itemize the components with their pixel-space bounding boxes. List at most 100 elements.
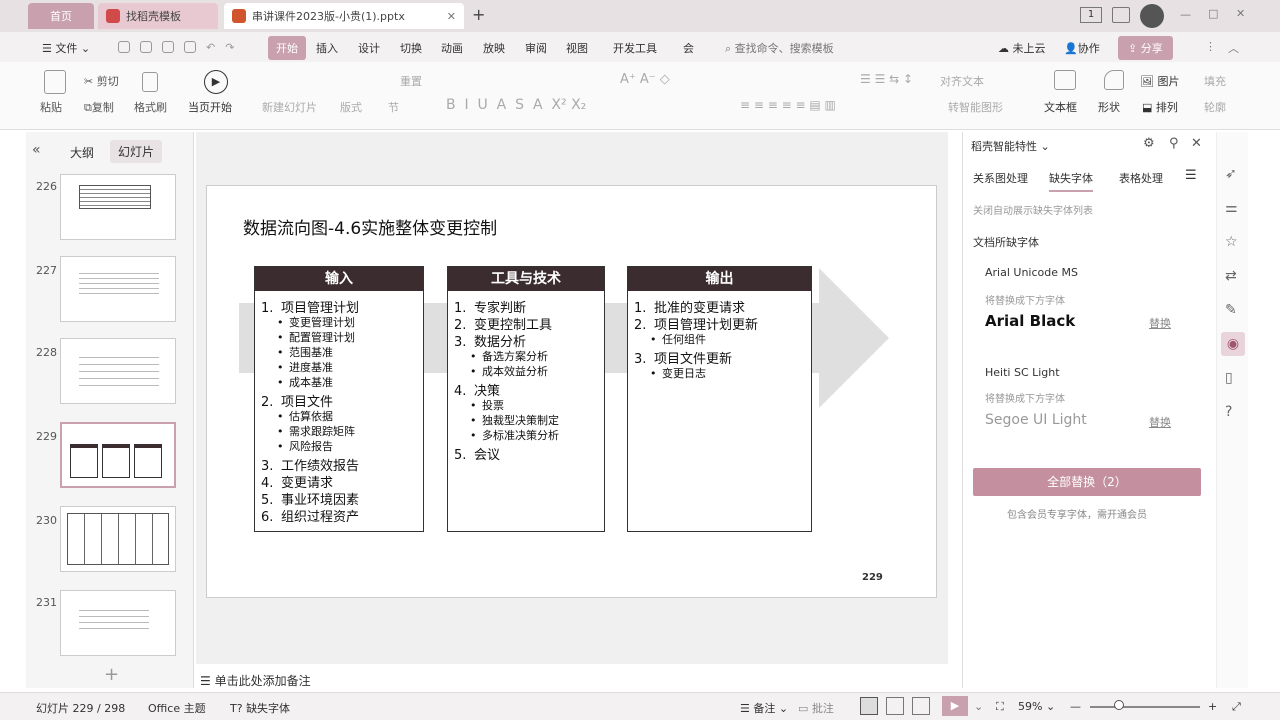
paste-button[interactable]: 粘贴 <box>40 99 62 115</box>
maximize-icon[interactable]: □ <box>1208 7 1218 20</box>
notes-toggle[interactable]: ☰ 备注 ⌄ <box>740 700 788 716</box>
pin-icon[interactable]: ⚲ <box>1169 136 1179 151</box>
picture-button[interactable]: 🖼 图片 <box>1140 73 1179 89</box>
pane-title[interactable]: 稻壳智能特性 ⌄ <box>971 138 1050 154</box>
menu-tab-slideshow[interactable]: 放映 <box>483 40 505 56</box>
zoom-in-icon[interactable]: + <box>1208 700 1217 713</box>
format-painter-button[interactable]: 格式刷 <box>134 99 167 115</box>
help-icon[interactable]: ? <box>1225 404 1232 420</box>
layout-button[interactable]: 版式 <box>340 99 362 115</box>
menu-tab-start[interactable]: 开始 <box>268 36 306 60</box>
textbox-button[interactable]: 文本框 <box>1044 99 1077 115</box>
collapse-ribbon-icon[interactable]: ︿ <box>1228 40 1239 56</box>
paste-icon[interactable] <box>44 70 66 94</box>
smart-feature-icon[interactable]: ◉ <box>1221 332 1245 356</box>
font-size-buttons[interactable]: A⁺ A⁻ ◇ <box>620 72 670 87</box>
zoom-slider[interactable] <box>1090 706 1200 708</box>
redo-icon[interactable]: ↷ <box>225 41 234 54</box>
settings-icon[interactable]: ⚙ <box>1143 136 1155 151</box>
slide-thumbnail-228[interactable] <box>60 338 176 404</box>
fill-button[interactable]: 填充 <box>1204 73 1226 89</box>
cloud-status[interactable]: ☁ 未上云 <box>998 40 1046 56</box>
collapse-pane-icon[interactable]: « <box>32 142 41 158</box>
minimize-icon[interactable]: — <box>1180 8 1191 21</box>
avatar[interactable] <box>1140 4 1164 28</box>
slide-thumbnail-231[interactable] <box>60 590 176 656</box>
missing-font-status[interactable]: T? 缺失字体 <box>230 700 290 716</box>
close-window-icon[interactable]: ✕ <box>1236 7 1245 20</box>
command-search[interactable]: ⌕ 查找命令、搜索模板 <box>725 40 834 56</box>
comment-toggle[interactable]: ▭ 批注 <box>798 700 834 716</box>
section-button[interactable]: 节 <box>388 99 399 115</box>
menu-tab-member[interactable]: 会 <box>683 40 694 56</box>
normal-view-icon[interactable] <box>860 697 878 715</box>
shape-button[interactable]: 形状 <box>1098 99 1120 115</box>
adjust-icon[interactable]: ⚌ <box>1225 200 1238 216</box>
print-icon[interactable] <box>162 41 174 53</box>
align-buttons[interactable]: ≡ ≡ ≡ ≡ ≡ ▤ ▥ <box>740 98 836 112</box>
replace-all-button[interactable]: 全部替换（2） <box>973 468 1201 496</box>
arrange-button[interactable]: ⬓ 排列 <box>1142 99 1178 115</box>
tab-missing-fonts[interactable]: 缺失字体 <box>1049 170 1093 192</box>
slide-thumbnail-229[interactable] <box>60 422 176 488</box>
reading-view-icon[interactable] <box>912 697 930 715</box>
format-painter-icon[interactable] <box>142 72 158 92</box>
preview-icon[interactable] <box>184 41 196 53</box>
smartart-button[interactable]: 转智能图形 <box>948 99 1003 115</box>
undo-icon[interactable]: ↶ <box>206 41 215 54</box>
book-icon[interactable]: ▯ <box>1225 370 1233 386</box>
close-tab-icon[interactable]: ✕ <box>447 10 456 23</box>
new-slide-button[interactable]: 新建幻灯片 <box>262 99 317 115</box>
auto-hint[interactable]: 关闭自动展示缺失字体列表 <box>973 202 1093 217</box>
tab-relation[interactable]: 关系图处理 <box>973 170 1028 186</box>
save-icon[interactable] <box>118 41 130 53</box>
shape-icon[interactable] <box>1104 70 1124 90</box>
replace-button[interactable]: 替换 <box>1149 315 1171 331</box>
play-icon[interactable]: ▶ <box>204 70 228 94</box>
outline-tab[interactable]: 大纲 <box>70 144 94 161</box>
font-style-buttons[interactable]: B I U A S A X² X₂ <box>446 97 586 113</box>
add-slide-button[interactable]: + <box>104 664 119 685</box>
theme-name[interactable]: Office 主题 <box>148 700 206 716</box>
collab-button[interactable]: 👤协作 <box>1064 40 1100 56</box>
file-menu[interactable]: ☰ 文件 ⌄ <box>42 40 90 56</box>
menu-tab-developer[interactable]: 开发工具 <box>613 40 657 56</box>
notes-placeholder[interactable]: ☰ 单击此处添加备注 <box>200 672 311 689</box>
close-pane-icon[interactable]: ✕ <box>1191 136 1202 151</box>
slides-tab[interactable]: 幻灯片 <box>110 140 163 163</box>
menu-tab-review[interactable]: 审阅 <box>525 40 547 56</box>
tab-template[interactable]: 找稻壳模板 <box>98 3 218 29</box>
slide-thumbnail-226[interactable] <box>60 174 176 240</box>
tab-table[interactable]: 表格处理 <box>1119 170 1163 186</box>
cut-button[interactable]: ✂ 剪切 <box>84 73 119 89</box>
slide-229[interactable]: 数据流向图-4.6实施整体变更控制 输入 1. 项目管理计划 • 变更管理计划 • 配置管… <box>206 185 937 598</box>
window-count-badge[interactable]: 1 <box>1080 7 1102 23</box>
align-text-button[interactable]: 对齐文本 <box>940 73 984 89</box>
copy-button[interactable]: ⧉复制 <box>84 99 114 115</box>
replace-button[interactable]: 替换 <box>1149 414 1171 430</box>
menu-icon[interactable]: ☰ <box>1185 168 1197 183</box>
menu-tab-animation[interactable]: 动画 <box>441 40 463 56</box>
play-slideshow-icon[interactable]: ▶ <box>942 696 968 716</box>
slide-thumbnail-230[interactable] <box>60 506 176 572</box>
tab-document[interactable]: 串讲课件2023版-小贵(1).pptx ✕ <box>224 3 464 29</box>
reset-button[interactable]: 重置 <box>400 73 422 89</box>
star-icon[interactable]: ☆ <box>1225 234 1238 250</box>
menu-tab-insert[interactable]: 插入 <box>316 40 338 56</box>
sorter-view-icon[interactable] <box>886 697 904 715</box>
share-button[interactable]: ⇪ 分享 <box>1118 36 1173 60</box>
slide-thumbnail-227[interactable] <box>60 256 176 322</box>
zoom-slider-thumb[interactable] <box>1114 700 1124 710</box>
tab-home[interactable]: 首页 <box>28 3 94 29</box>
edit-icon[interactable]: ✎ <box>1225 302 1237 318</box>
menu-tab-design[interactable]: 设计 <box>358 40 380 56</box>
rocket-icon[interactable]: ➶ <box>1225 166 1237 182</box>
zoom-out-icon[interactable]: — <box>1070 700 1081 713</box>
transform-icon[interactable]: ⇄ <box>1225 268 1237 284</box>
paragraph-buttons[interactable]: ☰ ☰ ⇆ ↕ <box>860 72 913 86</box>
outline-button[interactable]: 轮廓 <box>1204 99 1226 115</box>
zoom-level[interactable]: 59% ⌄ <box>1018 700 1055 713</box>
textbox-icon[interactable] <box>1054 70 1076 90</box>
export-icon[interactable] <box>140 41 152 53</box>
fullscreen-icon[interactable]: ⤢ <box>1232 700 1241 714</box>
